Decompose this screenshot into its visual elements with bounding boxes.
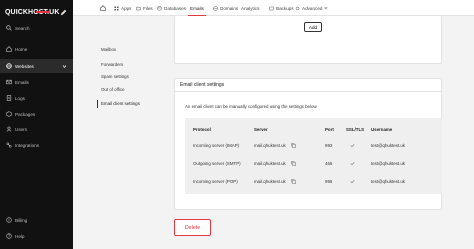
header-protocol: Protocol bbox=[193, 127, 211, 132]
submenu-email-client-settings[interactable]: Email client settings bbox=[101, 101, 140, 106]
sidebar-item-users[interactable]: Users bbox=[0, 122, 73, 136]
header-username: Username bbox=[371, 127, 393, 132]
logs-icon bbox=[6, 95, 12, 101]
tab-apps[interactable]: Apps bbox=[114, 0, 131, 16]
header-port: Port bbox=[325, 127, 334, 132]
top-navigation: Apps Files Databases Emails Domains Anal… bbox=[73, 0, 474, 16]
row-username: test@qhuktest.uk bbox=[371, 179, 405, 184]
sidebar-item-websites[interactable]: Websites bbox=[0, 59, 73, 73]
tab-emails[interactable]: Emails bbox=[188, 0, 206, 16]
card-title: Email client settings bbox=[175, 78, 442, 92]
users-icon bbox=[6, 126, 12, 132]
sidebar-item-logs[interactable]: Logs bbox=[0, 91, 73, 105]
row-server: mail.qhuktest.uk bbox=[254, 143, 286, 148]
check-icon bbox=[350, 162, 355, 166]
row-port: 995 bbox=[325, 179, 333, 184]
billing-icon bbox=[6, 217, 12, 223]
tab-backups[interactable]: Backups bbox=[269, 0, 294, 16]
edit-icon[interactable] bbox=[60, 9, 67, 16]
row-port: 465 bbox=[325, 161, 333, 166]
folder-icon bbox=[136, 6, 141, 10]
brand-underline bbox=[36, 11, 49, 13]
sidebar: QUICKHOST.UK Search Home Websites Emails… bbox=[0, 0, 73, 249]
home-icon[interactable] bbox=[100, 5, 106, 11]
tab-domains[interactable]: Domains bbox=[213, 0, 238, 16]
globe-icon bbox=[6, 63, 12, 69]
sidebar-item-help[interactable]: Help bbox=[0, 229, 73, 243]
add-button[interactable]: Add bbox=[304, 22, 322, 32]
database-icon bbox=[157, 5, 162, 10]
row-protocol: Outgoing server (SMTP) bbox=[193, 161, 241, 166]
sidebar-item-search[interactable]: Search bbox=[0, 21, 73, 35]
header-server: Server bbox=[254, 127, 268, 132]
chevron-down-icon bbox=[62, 64, 67, 68]
sidebar-item-integrations[interactable]: Integrations bbox=[0, 138, 73, 152]
sidebar-item-packages[interactable]: Packages bbox=[0, 107, 73, 121]
search-icon bbox=[6, 25, 12, 31]
header-ssl-tls: SSL/TLS bbox=[346, 127, 365, 132]
card-description: An email client can be manually configur… bbox=[185, 104, 318, 109]
sidebar-item-emails[interactable]: Emails bbox=[0, 75, 73, 89]
submenu-forwarders[interactable]: Forwarders bbox=[101, 62, 123, 67]
advanced-icon bbox=[295, 6, 300, 10]
chevron-down-icon bbox=[325, 7, 328, 10]
tab-files[interactable]: Files bbox=[136, 0, 153, 16]
submenu-mailbox[interactable]: Mailbox bbox=[101, 47, 116, 52]
row-username: test@qhuktest.uk bbox=[371, 161, 405, 166]
check-icon bbox=[350, 144, 355, 148]
globe-icon bbox=[213, 5, 218, 11]
mail-icon bbox=[6, 79, 12, 85]
submenu-active-indicator bbox=[97, 100, 98, 108]
apps-icon bbox=[114, 6, 119, 10]
row-protocol: Incoming server (POP) bbox=[193, 179, 238, 184]
row-server: mail.qhuktest.uk bbox=[254, 179, 286, 184]
row-port: 993 bbox=[325, 143, 333, 148]
row-server: mail.qhuktest.uk bbox=[254, 161, 286, 166]
check-icon bbox=[350, 180, 355, 184]
sidebar-item-home[interactable]: Home bbox=[0, 42, 73, 56]
help-icon bbox=[6, 233, 12, 239]
integrations-icon bbox=[6, 142, 12, 148]
delete-button[interactable]: Delete bbox=[174, 219, 211, 236]
sidebar-item-billing[interactable]: Billing bbox=[0, 213, 73, 227]
copy-icon[interactable] bbox=[291, 143, 296, 148]
brand-logo: QUICKHOST.UK bbox=[5, 8, 60, 16]
package-icon bbox=[6, 111, 12, 117]
submenu-spam-settings[interactable]: Spam settings bbox=[101, 74, 129, 79]
backup-icon bbox=[269, 6, 274, 10]
submenu-out-of-office[interactable]: Out of office bbox=[101, 87, 125, 92]
copy-icon[interactable] bbox=[291, 179, 296, 184]
home-icon bbox=[6, 46, 12, 52]
tab-databases[interactable]: Databases bbox=[157, 0, 186, 16]
row-protocol: Incoming server (IMAP) bbox=[193, 143, 240, 148]
copy-icon[interactable] bbox=[291, 161, 296, 166]
tab-advanced[interactable]: Advanced bbox=[295, 0, 328, 16]
tab-analytics[interactable]: Analytics bbox=[241, 0, 259, 16]
row-username: test@qhuktest.uk bbox=[371, 143, 405, 148]
